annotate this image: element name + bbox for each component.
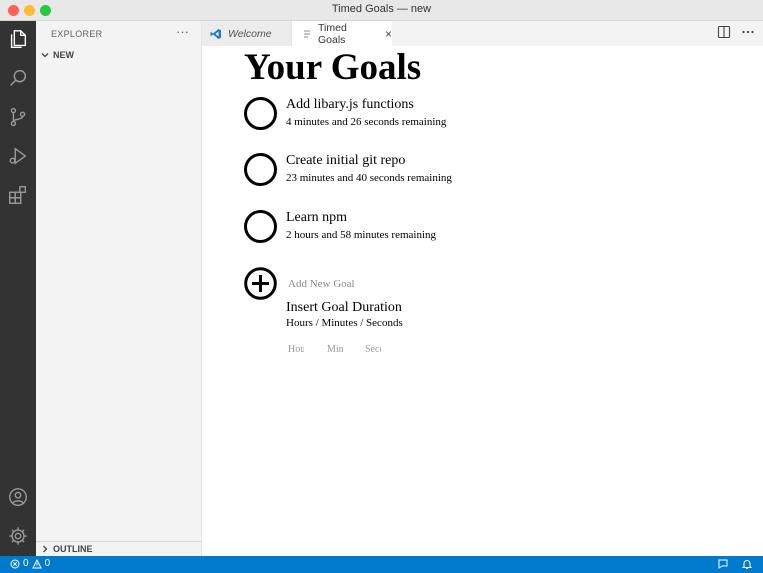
explorer-title: EXPLORER	[51, 29, 103, 39]
editor-actions	[717, 25, 755, 44]
goal-name: Add libary.js functions	[286, 97, 414, 112]
duration-subtitle: Hours / Minutes / Seconds	[286, 317, 403, 329]
duration-title: Insert Goal Duration	[286, 300, 402, 315]
activity-bar	[0, 21, 36, 556]
add-goal-button[interactable]	[244, 267, 277, 300]
warning-icon	[31, 558, 42, 568]
tab-welcome-label: Welcome	[228, 27, 272, 40]
goal-remaining-time: 23 minutes and 40 seconds remaining	[286, 172, 452, 184]
source-control-icon[interactable]	[0, 99, 36, 135]
settings-gear-icon[interactable]	[0, 518, 36, 554]
chevron-down-icon	[41, 53, 49, 58]
tab-welcome[interactable]: Welcome	[202, 21, 292, 46]
warning-count: 0	[44, 558, 51, 569]
status-bar: 0 0	[0, 556, 763, 573]
more-actions-icon[interactable]	[741, 25, 755, 44]
goal-complete-toggle[interactable]	[244, 97, 277, 130]
vscode-logo-icon	[210, 28, 222, 40]
outline-section[interactable]: OUTLINE	[36, 541, 202, 556]
editor-content: Your Goals Add libary.js functions 4 min…	[202, 46, 763, 556]
folder-label: NEW	[53, 50, 74, 60]
goal-name: Learn npm	[286, 210, 348, 225]
hours-input[interactable]	[288, 342, 304, 356]
goal-remaining-time: 4 minutes and 26 seconds remaining	[286, 116, 447, 128]
search-icon[interactable]	[0, 60, 36, 96]
tab-timed-goals[interactable]: Timed Goals ×	[292, 21, 392, 46]
folder-section-new[interactable]: NEW	[39, 49, 74, 61]
notifications-bell-icon[interactable]	[741, 558, 753, 570]
goal-complete-toggle[interactable]	[244, 153, 277, 186]
add-goal-input[interactable]	[286, 274, 470, 294]
run-debug-icon[interactable]	[0, 138, 36, 174]
outline-label: OUTLINE	[53, 544, 93, 554]
close-tab-icon[interactable]: ×	[385, 27, 392, 41]
split-editor-icon[interactable]	[717, 25, 731, 44]
minutes-input[interactable]	[327, 342, 343, 356]
error-count: 0	[23, 558, 29, 569]
explorer-icon[interactable]	[0, 21, 36, 57]
problems-indicator[interactable]: 0 0	[10, 558, 50, 569]
status-bar-right	[717, 558, 753, 570]
chevron-right-icon	[43, 545, 48, 553]
explorer-sidebar: EXPLORER ··· NEW OUTLINE	[36, 21, 202, 556]
tab-timed-goals-label: Timed Goals	[318, 21, 347, 46]
goal-remaining-time: 2 hours and 58 minutes remaining	[286, 229, 437, 241]
feedback-icon[interactable]	[717, 558, 729, 570]
title-bar: Timed Goals — new	[0, 0, 763, 21]
seconds-input[interactable]	[365, 342, 381, 356]
error-icon	[10, 559, 20, 568]
extensions-icon[interactable]	[0, 177, 36, 213]
goal-name: Create initial git repo	[286, 153, 406, 168]
window-title: Timed Goals — new	[331, 3, 432, 15]
account-icon[interactable]	[0, 479, 36, 515]
goal-complete-toggle[interactable]	[244, 210, 277, 243]
document-icon	[302, 28, 312, 40]
explorer-more-actions-icon[interactable]: ···	[176, 24, 189, 39]
editor-tab-bar: Welcome Timed Goals ×	[202, 21, 763, 46]
page-title: Your Goals	[244, 47, 422, 88]
